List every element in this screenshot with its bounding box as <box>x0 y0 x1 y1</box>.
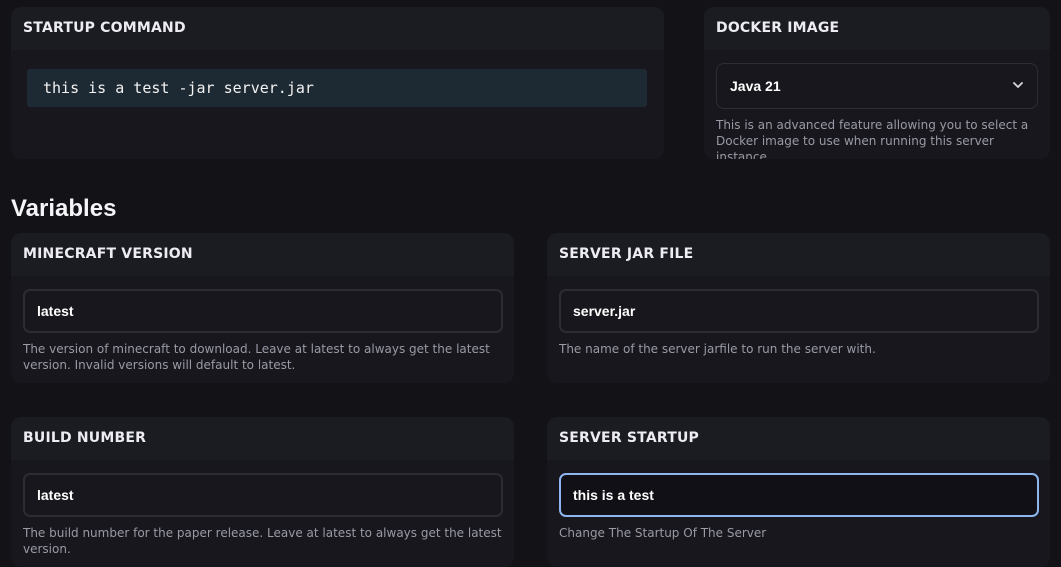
card-header: BUILD NUMBER <box>11 417 514 460</box>
card-header: MINECRAFT VERSION <box>11 233 514 276</box>
server-startup-input[interactable] <box>559 473 1039 517</box>
variable-title: SERVER STARTUP <box>559 430 699 446</box>
minecraft-version-input[interactable] <box>23 289 503 333</box>
variable-card-build-number: BUILD NUMBER The build number for the pa… <box>11 417 514 567</box>
build-number-input[interactable] <box>23 473 503 517</box>
variable-help: The name of the server jarfile to run th… <box>559 342 876 356</box>
variable-help: Change The Startup Of The Server <box>559 526 767 540</box>
docker-image-select[interactable]: Java 21 <box>716 63 1038 109</box>
server-jar-file-input[interactable] <box>559 289 1039 333</box>
variable-title: SERVER JAR FILE <box>559 246 694 262</box>
startup-command-display: this is a test -jar server.jar <box>27 69 647 107</box>
docker-image-help: This is an advanced feature allowing you… <box>716 118 1029 159</box>
variable-title: BUILD NUMBER <box>23 430 147 446</box>
variable-help: The version of minecraft to download. Le… <box>23 342 490 372</box>
startup-command-card: STARTUP COMMAND this is a test -jar serv… <box>11 7 664 159</box>
docker-image-title: DOCKER IMAGE <box>716 20 840 36</box>
variable-help: The build number for the paper release. … <box>23 526 502 556</box>
chevron-down-icon <box>1013 82 1023 88</box>
startup-command-title: STARTUP COMMAND <box>23 20 186 36</box>
card-header: STARTUP COMMAND <box>11 7 664 50</box>
variable-card-server-jar-file: SERVER JAR FILE The name of the server j… <box>547 233 1050 383</box>
variable-card-minecraft-version: MINECRAFT VERSION The version of minecra… <box>11 233 514 383</box>
variable-card-server-startup: SERVER STARTUP Change The Startup Of The… <box>547 417 1050 567</box>
docker-image-card: DOCKER IMAGE Java 21 This is an advanced… <box>704 7 1050 159</box>
variable-title: MINECRAFT VERSION <box>23 246 193 262</box>
card-header: DOCKER IMAGE <box>704 7 1050 50</box>
card-header: SERVER STARTUP <box>547 417 1050 460</box>
card-header: SERVER JAR FILE <box>547 233 1050 276</box>
docker-image-selected: Java 21 <box>730 78 781 94</box>
variables-heading: Variables <box>11 195 117 222</box>
